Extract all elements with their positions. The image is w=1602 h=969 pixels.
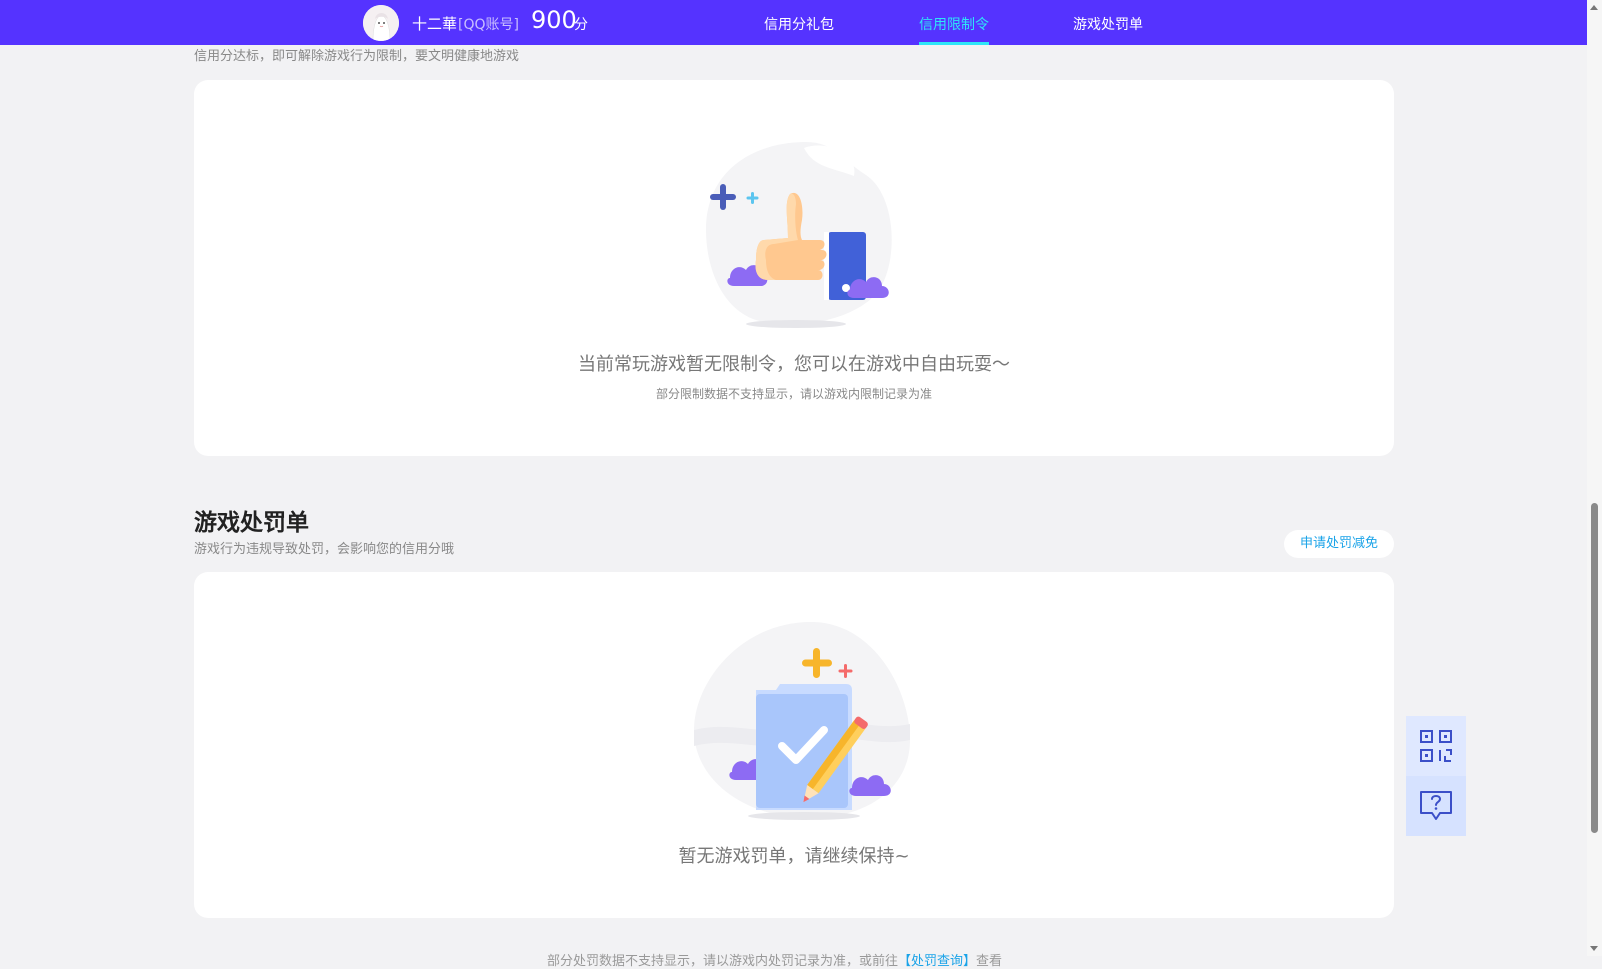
qr-code-button[interactable]	[1406, 716, 1466, 776]
tab-credit-restriction[interactable]: 信用限制令	[919, 14, 989, 34]
help-chat-icon	[1420, 791, 1452, 820]
penalty-subtitle: 游戏行为违规导致处罚，会影响您的信用分哦	[194, 542, 455, 557]
restriction-empty-note: 部分限制数据不支持显示，请以游戏内限制记录为准	[655, 387, 932, 401]
active-tab-indicator	[919, 42, 989, 45]
top-nav-bar: 十二華 [QQ账号] 900 分 信用分礼包 信用限制令 游戏处罚单	[0, 0, 1587, 45]
qr-code-icon	[1420, 730, 1452, 762]
tab-credit-gift[interactable]: 信用分礼包	[764, 14, 834, 34]
credit-score: 900	[531, 6, 577, 34]
footer-note-suffix: 查看	[976, 954, 1003, 969]
footer-note-text: 部分处罚数据不支持显示，请以游戏内处罚记录为准，或前往	[547, 954, 899, 969]
scroll-up-arrow-icon[interactable]	[1590, 5, 1598, 10]
help-feedback-button[interactable]	[1406, 776, 1466, 836]
account-type: [QQ账号]	[458, 17, 519, 33]
avatar[interactable]	[363, 5, 399, 41]
penalty-document-illustration	[694, 621, 910, 820]
floating-tool-panel	[1406, 716, 1466, 836]
restriction-empty-title: 当前常玩游戏暂无限制令，您可以在游戏中自由玩耍～	[578, 354, 1010, 375]
footer-note: 部分处罚数据不支持显示，请以游戏内处罚记录为准，或前往【处罚查询】查看	[547, 950, 1002, 969]
avatar-image	[363, 5, 399, 41]
restriction-subtitle: 信用分达标，即可解除游戏行为限制，要文明健康地游戏	[194, 49, 520, 64]
thumbs-up-illustration	[706, 142, 892, 328]
penalty-empty-title: 暂无游戏罚单，请继续保持~	[678, 846, 910, 867]
scroll-down-arrow-icon[interactable]	[1590, 946, 1598, 951]
penalty-card: 暂无游戏罚单，请继续保持~	[194, 572, 1394, 918]
penalty-query-link[interactable]: 【处罚查询】	[898, 954, 976, 969]
penalty-section-title: 游戏处罚单	[194, 510, 309, 536]
apply-penalty-reduction-button[interactable]: 申请处罚减免	[1284, 530, 1394, 558]
tab-game-penalty[interactable]: 游戏处罚单	[1073, 14, 1143, 34]
page-scrollbar[interactable]	[1587, 0, 1602, 956]
scrollbar-thumb[interactable]	[1591, 503, 1598, 833]
restriction-card: 当前常玩游戏暂无限制令，您可以在游戏中自由玩耍～ 部分限制数据不支持显示，请以游…	[194, 80, 1394, 456]
credit-score-unit: 分	[574, 17, 588, 33]
username: 十二華	[412, 15, 458, 33]
